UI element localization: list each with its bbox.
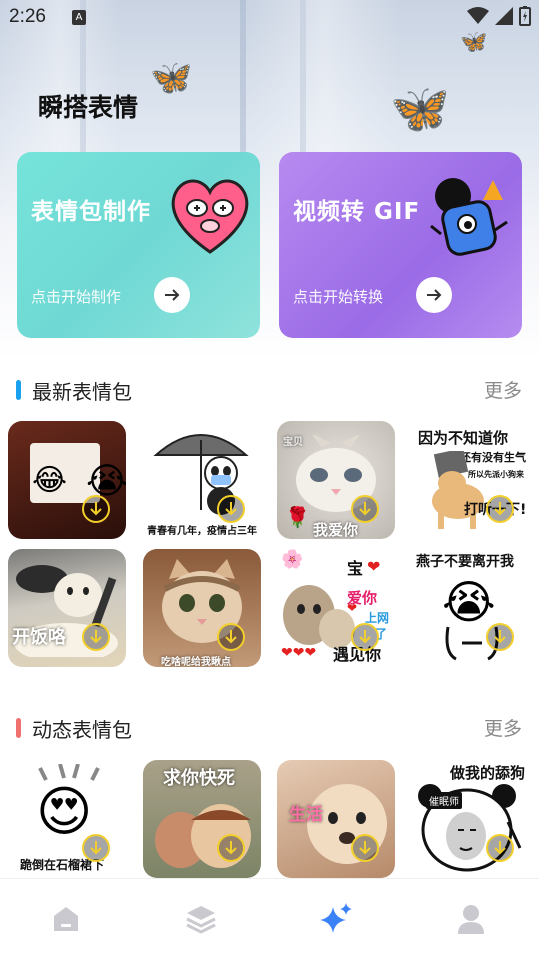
card-title: 视频转 GIF	[293, 199, 421, 225]
meme-thumbnail[interactable]: 青春有几年，疫情占三年	[143, 421, 261, 539]
download-icon[interactable]	[351, 495, 379, 523]
meme-caption: 青春有几年，疫情占三年	[147, 526, 257, 537]
meme-caption: 因为不知道你	[418, 429, 509, 447]
emoji-laugh-icon: 😂	[32, 463, 68, 498]
profile-icon	[458, 905, 484, 934]
meme-thumbnail[interactable]: 😂 😭	[8, 421, 126, 539]
download-icon[interactable]	[217, 834, 245, 862]
emoji-cry-icon: 😭	[442, 575, 496, 629]
download-icon[interactable]	[351, 623, 379, 651]
meme-caption: 求你快死	[163, 768, 235, 789]
nav-collection[interactable]	[181, 899, 221, 939]
animated-section-header: 动态表情包 更多	[0, 712, 539, 742]
nav-profile[interactable]	[451, 899, 491, 939]
video-to-gif-card[interactable]: 视频转 GIF 点击开始转换	[279, 152, 522, 338]
nav-home[interactable]	[46, 899, 86, 939]
download-icon[interactable]	[82, 495, 110, 523]
meme-thumbnail[interactable]: 宝贝 🌹 我爱你	[277, 421, 395, 539]
dog-icon	[432, 451, 484, 529]
section-title: 最新表情包	[32, 380, 132, 404]
download-icon[interactable]	[82, 623, 110, 651]
heart-face-icon	[171, 179, 249, 254]
sparkle-icon	[320, 903, 352, 933]
butterfly-icon: 🦋	[150, 58, 193, 98]
heart-icon: ❤	[347, 601, 358, 615]
app-title: 瞬搭表情	[38, 93, 139, 122]
download-icon[interactable]	[486, 834, 514, 862]
more-link[interactable]: 更多	[484, 376, 522, 403]
section-accent-bar	[16, 380, 21, 400]
download-icon[interactable]	[217, 495, 245, 523]
meme-badge: 催眠师	[426, 792, 462, 809]
layers-icon	[186, 906, 216, 934]
meme-thumbnail[interactable]: 求你快死	[143, 760, 261, 878]
meme-thumbnail[interactable]: 吃啥呢给我瞅点	[143, 549, 261, 667]
heart-icon: ❤	[367, 557, 381, 576]
bottom-navigation	[0, 878, 539, 958]
blob-mascot-icon	[430, 178, 508, 256]
status-bar: 2:26 A	[0, 0, 539, 36]
flower-icon: 🌸	[281, 549, 304, 570]
status-icons	[467, 6, 531, 26]
meme-caption: 开饭咯	[12, 627, 66, 648]
meme-thumbnail[interactable]: 燕子不要离开我 😭	[412, 549, 530, 667]
battery-icon	[519, 6, 531, 26]
meme-maker-card[interactable]: 表情包制作 点击开始制作	[17, 152, 260, 338]
meme-caption: 做我的舔狗	[450, 764, 526, 782]
meme-thumbnail[interactable]: 生活	[277, 760, 395, 878]
roses-icon: ❤❤❤	[281, 645, 317, 661]
meme-thumbnail[interactable]: 🌸 宝 ❤ 爱你 上网 了 ❤ ❤❤❤ 遇见你	[277, 549, 395, 667]
wifi-icon	[467, 7, 489, 24]
arrow-right-icon[interactable]	[416, 277, 452, 313]
download-icon[interactable]	[486, 495, 514, 523]
meme-caption: 吃啥呢给我瞅点	[161, 657, 231, 667]
signal-icon	[495, 7, 513, 25]
card-title: 表情包制作	[31, 199, 151, 225]
meme-caption: 燕子不要离开我	[416, 554, 514, 570]
card-subtitle: 点击开始转换	[293, 288, 384, 306]
more-link[interactable]: 更多	[484, 714, 522, 741]
meme-thumbnail[interactable]: 因为不知道你 还有没有生气 所以先派小狗来 打听一下!	[412, 421, 530, 539]
meme-thumbnail[interactable]: 😍 跪倒在石榴裙下	[8, 760, 126, 878]
download-icon[interactable]	[217, 623, 245, 651]
meme-thumbnail[interactable]: 开饭咯	[8, 549, 126, 667]
cartoon-hug-icon	[155, 804, 251, 868]
section-title: 动态表情包	[32, 718, 132, 742]
rose-icon: 🌹	[285, 505, 310, 529]
meme-caption: 生活	[289, 805, 323, 825]
latest-section-header: 最新表情包 更多	[0, 374, 539, 404]
meme-thumbnail[interactable]: 做我的舔狗 催眠师	[412, 760, 530, 878]
emoji-heart-eyes-icon: 😍	[36, 780, 93, 843]
download-icon[interactable]	[486, 623, 514, 651]
home-icon	[54, 907, 78, 931]
nav-create[interactable]	[316, 899, 356, 939]
download-icon[interactable]	[351, 834, 379, 862]
card-subtitle: 点击开始制作	[31, 288, 122, 306]
arrow-right-icon[interactable]	[154, 277, 190, 313]
download-icon[interactable]	[82, 834, 110, 862]
meme-caption: 我爱你	[313, 521, 359, 539]
butterfly-icon: 🦋	[390, 81, 450, 137]
section-accent-bar	[16, 718, 21, 738]
notification-icon: A	[72, 10, 86, 25]
status-time: 2:26	[9, 6, 46, 27]
